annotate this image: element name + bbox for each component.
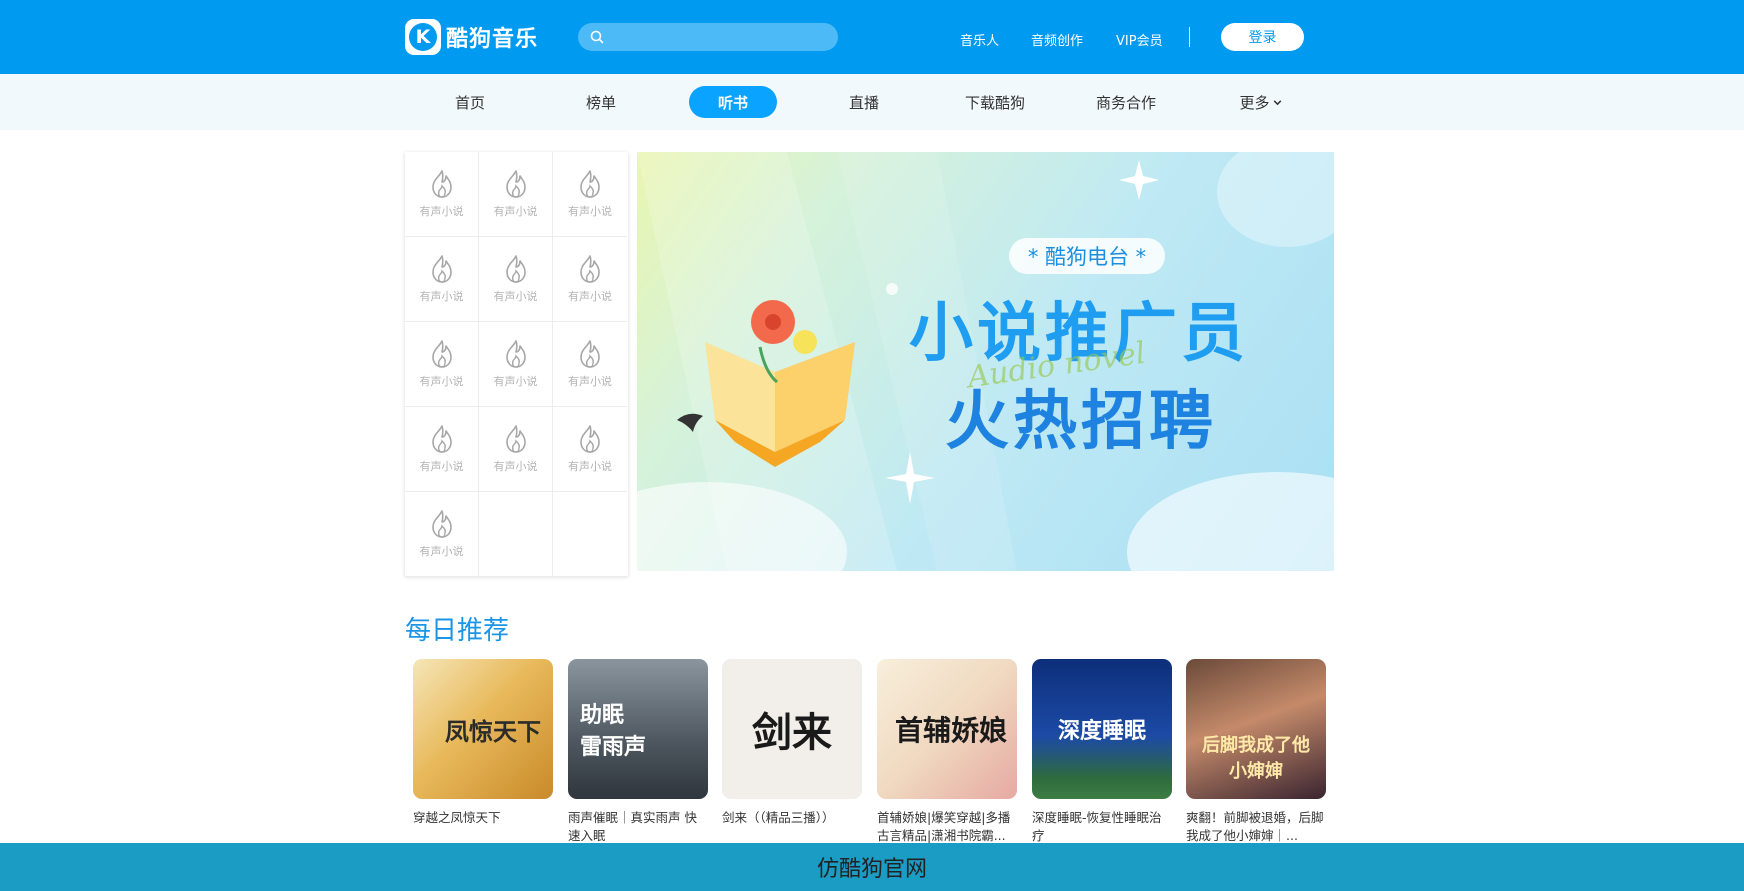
header-divider — [1189, 27, 1190, 47]
rec-cover-text: 助眠 雷雨声 — [568, 659, 708, 799]
rec-title[interactable]: 剑来（（精品三播）） — [722, 809, 862, 845]
rec-card[interactable]: 助眠雷雨声 雨声催眠｜真实雨声 快速入眠 — [568, 659, 708, 845]
rec-title[interactable]: 首辅娇娘|爆笑穿越|多播古言精品|潇湘书院霸... — [877, 809, 1017, 845]
rec-cover-text: 剑来 — [752, 709, 832, 756]
nav-more[interactable]: 更多 — [1236, 86, 1286, 118]
category-item[interactable]: 有声小说 — [553, 322, 627, 407]
rec-cover-line: 助眠 — [580, 703, 625, 728]
category-label: 有声小说 — [493, 205, 538, 218]
category-label: 有声小说 — [419, 545, 464, 558]
rec-cover[interactable]: 深度睡眠 — [1032, 659, 1172, 799]
rec-cover[interactable]: 剑来 — [722, 659, 862, 799]
flame-icon — [431, 510, 452, 538]
search-input[interactable] — [612, 29, 832, 45]
category-item[interactable]: 有声小说 — [479, 322, 553, 407]
flame-icon — [580, 425, 600, 453]
category-item[interactable]: 有声小说 — [553, 237, 627, 322]
flame-icon — [431, 340, 452, 368]
flame-icon — [505, 340, 526, 368]
category-label: 有声小说 — [568, 290, 612, 303]
search-box[interactable] — [578, 23, 838, 51]
login-button[interactable]: 登录 — [1221, 23, 1304, 51]
nav-charts[interactable]: 榜单 — [576, 86, 626, 118]
flame-icon — [431, 425, 452, 453]
banner-pill: * 酷狗电台 * — [1009, 238, 1165, 274]
category-item[interactable]: 有声小说 — [405, 492, 479, 577]
link-musician[interactable]: 音乐人 — [960, 30, 999, 49]
nav-home[interactable]: 首页 — [445, 86, 495, 118]
category-item[interactable]: 有声小说 — [405, 322, 479, 407]
rec-card[interactable]: 剑来 剑来（（精品三播）） — [722, 659, 862, 845]
logo-text: 酷狗音乐 — [446, 27, 539, 52]
nav-business[interactable]: 商务合作 — [1091, 86, 1161, 118]
kugou-logo[interactable]: K 酷狗音乐 — [405, 18, 538, 56]
category-label: 有声小说 — [419, 460, 464, 473]
flame-icon — [431, 170, 452, 198]
chevron-down-icon — [1273, 99, 1281, 105]
rec-title[interactable]: 爽翻！前脚被退婚，后脚我成了他小婶婶｜... — [1186, 809, 1326, 845]
flame-icon — [580, 255, 600, 283]
flame-icon — [505, 425, 526, 453]
category-item[interactable]: 有声小说 — [553, 407, 627, 492]
category-item[interactable]: 有声小说 — [479, 237, 553, 322]
nav-download[interactable]: 下载酷狗 — [960, 86, 1030, 118]
flame-icon — [580, 170, 600, 198]
category-label: 有声小说 — [568, 205, 612, 218]
rec-cover[interactable]: 首辅娇娘 — [877, 659, 1017, 799]
rec-card[interactable]: 首辅娇娘 首辅娇娘|爆笑穿越|多播古言精品|潇湘书院霸... — [877, 659, 1017, 845]
rec-title[interactable]: 雨声催眠｜真实雨声 快速入眠 — [568, 809, 708, 845]
main-nav: 首页 榜单 听书 直播 下载酷狗 商务合作 更多 — [0, 74, 1744, 130]
rec-cover-text: 后脚我成了他小婶婶 — [1202, 735, 1310, 782]
logo-badge-icon: K — [405, 19, 441, 55]
flame-icon — [431, 255, 452, 283]
rec-cover-line: 雷雨声 — [580, 735, 647, 760]
category-item[interactable]: 有声小说 — [479, 152, 553, 237]
rec-card[interactable]: 深度睡眠 深度睡眠-恢复性睡眠治疗 — [1032, 659, 1172, 845]
link-vip[interactable]: VIP会员 — [1116, 30, 1163, 49]
rec-cover-text: 凤惊天下 — [445, 716, 541, 746]
category-label: 有声小说 — [493, 460, 538, 473]
nav-audiobook[interactable]: 听书 — [689, 86, 777, 118]
top-header: K 酷狗音乐 音乐人 音频创作 VIP会员 登录 — [0, 0, 1744, 74]
search-icon — [590, 30, 604, 44]
rec-card[interactable]: 后脚我成了他小婶婶 爽翻！前脚被退婚，后脚我成了他小婶婶｜... — [1186, 659, 1326, 845]
footer-bar: 仿酷狗官网 — [0, 843, 1744, 891]
rec-cover-text: 深度睡眠 — [1057, 719, 1146, 744]
promo-banner[interactable]: * 酷狗电台 * 小说推广员 Audio novel 火热招聘 — [637, 152, 1334, 571]
link-audio-creation[interactable]: 音频创作 — [1031, 30, 1083, 49]
rec-title[interactable]: 穿越之凤惊天下 — [413, 809, 553, 845]
rec-cover[interactable]: 凤惊天下 — [413, 659, 553, 799]
category-label: 有声小说 — [493, 375, 538, 388]
nav-more-label: 更多 — [1239, 93, 1270, 112]
category-item[interactable]: 有声小说 — [553, 152, 627, 237]
rec-cover[interactable]: 后脚我成了他小婶婶 — [1186, 659, 1326, 799]
category-empty-cell — [553, 492, 627, 577]
nav-live[interactable]: 直播 — [839, 86, 889, 118]
category-label: 有声小说 — [419, 290, 464, 303]
section-title-daily: 每日推荐 — [405, 616, 510, 646]
rec-title[interactable]: 深度睡眠-恢复性睡眠治疗 — [1032, 809, 1172, 845]
category-empty-cell — [479, 492, 553, 577]
category-item[interactable]: 有声小说 — [405, 237, 479, 322]
flame-icon — [505, 170, 526, 198]
category-item[interactable]: 有声小说 — [405, 407, 479, 492]
banner-headline-2: 火热招聘 — [945, 384, 1217, 459]
flame-icon — [505, 255, 526, 283]
category-label: 有声小说 — [419, 375, 464, 388]
category-grid: 有声小说 有声小说 有声小说 有声小说 有声小说 有声小说 有声小说 有声小说 有声小说 有声小说… — [405, 152, 628, 577]
category-item[interactable]: 有声小说 — [405, 152, 479, 237]
category-item[interactable]: 有声小说 — [479, 407, 553, 492]
rec-cover[interactable]: 助眠 雷雨声 — [568, 659, 708, 799]
rec-cover-text: 首辅娇娘 — [894, 714, 1007, 747]
category-label: 有声小说 — [568, 375, 612, 388]
rec-card[interactable]: 凤惊天下 穿越之凤惊天下 — [413, 659, 553, 845]
flame-icon — [580, 340, 600, 368]
category-label: 有声小说 — [419, 205, 464, 218]
logo-k-mark: K — [409, 23, 437, 51]
category-label: 有声小说 — [493, 290, 538, 303]
category-label: 有声小说 — [568, 460, 612, 473]
